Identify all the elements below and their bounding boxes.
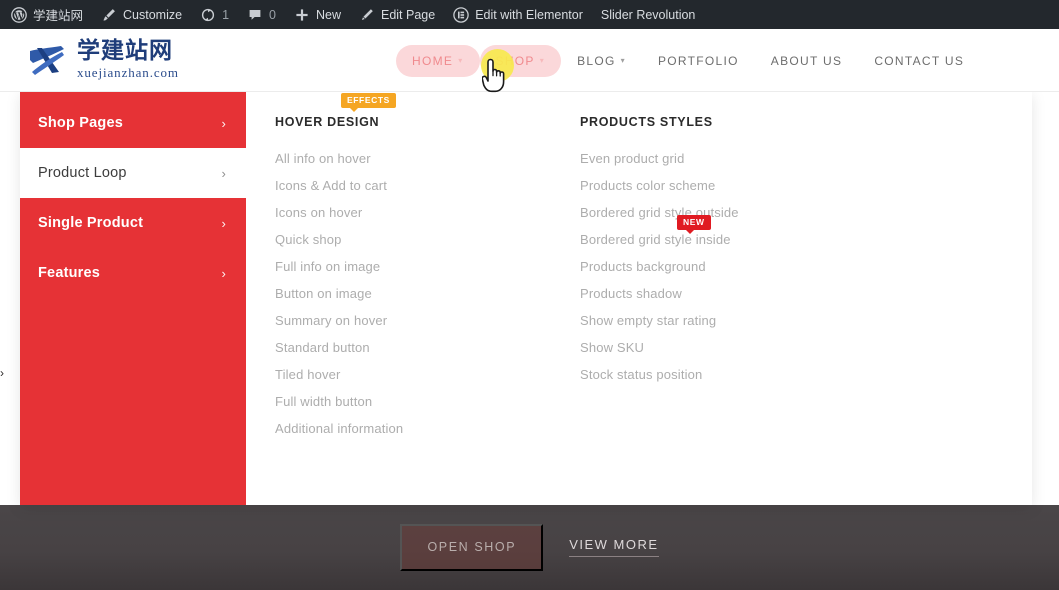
pencil-icon: [359, 7, 375, 23]
menu-link-standard-button[interactable]: Standard button: [275, 334, 580, 361]
sidebar-item-features[interactable]: Features ›: [20, 248, 246, 298]
admin-bar-elementor-label: Edit with Elementor: [475, 7, 583, 22]
menu-link-icons-add-to-cart[interactable]: Icons & Add to cart: [275, 172, 580, 199]
sidebar-item-label: Product Loop: [38, 165, 127, 181]
wp-admin-bar: 学建站网 Customize 1 0 New Edit Page Edit wi…: [0, 0, 1059, 29]
nav-item-contact-us[interactable]: CONTACT US: [858, 45, 980, 77]
page-root: 学建站网 Customize 1 0 New Edit Page Edit wi…: [0, 0, 1059, 590]
elementor-icon: [453, 6, 469, 23]
menu-link-stock-status-position[interactable]: Stock status position: [580, 361, 885, 388]
mega-menu-column-products-styles: PRODUCTS STYLES Even product grid Produc…: [580, 115, 885, 505]
menu-link-full-width-button[interactable]: Full width button: [275, 388, 580, 415]
admin-bar-comments[interactable]: 0: [238, 0, 285, 29]
shop-mega-menu: Shop Pages › Product Loop › Single Produ…: [20, 92, 1032, 505]
column-title-text: HOVER DESIGN: [275, 115, 380, 129]
menu-link-all-info-on-hover[interactable]: All info on hover: [275, 145, 580, 172]
view-more-link[interactable]: VIEW MORE: [569, 538, 659, 557]
nav-item-blog[interactable]: BLOG ▾: [561, 45, 642, 77]
mega-menu-sidebar: Shop Pages › Product Loop › Single Produ…: [20, 92, 246, 505]
chevron-down-icon: ▾: [620, 55, 626, 65]
menu-link-products-color-scheme[interactable]: Products color scheme: [580, 172, 885, 199]
admin-bar-edit-page-label: Edit Page: [380, 7, 436, 22]
chevron-right-icon: ›: [221, 115, 226, 131]
admin-bar-new-label: New: [315, 7, 341, 22]
wordpress-icon: [11, 6, 27, 23]
chevron-right-icon: ›: [221, 265, 226, 281]
menu-link-summary-on-hover[interactable]: Summary on hover: [275, 307, 580, 334]
menu-link-additional-information[interactable]: Additional information: [275, 415, 580, 442]
admin-bar-updates[interactable]: 1: [191, 0, 238, 29]
admin-bar-new[interactable]: New: [285, 0, 350, 29]
admin-bar-edit-with-elementor[interactable]: Edit with Elementor: [444, 0, 592, 29]
admin-bar-comments-count: 0: [269, 7, 276, 22]
logo-domain: xuejianzhan.com: [77, 65, 179, 80]
admin-bar-customize-label: Customize: [123, 7, 183, 22]
nav-item-about-us-label: ABOUT US: [770, 53, 843, 68]
chevron-down-icon: ▾: [539, 55, 546, 65]
menu-link-products-shadow[interactable]: Products shadow: [580, 280, 885, 307]
site-header: 学建站网 xuejianzhan.com HOME ▾ SHOP ▾ BLOG …: [0, 29, 1059, 92]
hero-cta-group: OPEN SHOP VIEW MORE: [0, 505, 1059, 590]
new-badge: NEW: [677, 215, 711, 233]
chevron-right-icon: ›: [221, 215, 226, 231]
nav-item-blog-label: BLOG: [577, 53, 616, 68]
column-title-text: PRODUCTS STYLES: [580, 115, 713, 129]
sidebar-item-label: Single Product: [38, 215, 144, 231]
sidebar-item-label: Features: [38, 265, 101, 281]
chevron-down-icon: ▾: [458, 55, 464, 65]
logo-name-cn: 学建站网: [77, 38, 173, 64]
brush-icon: [101, 7, 117, 23]
admin-bar-edit-page[interactable]: Edit Page: [350, 0, 444, 29]
nav-item-contact-us-label: CONTACT US: [874, 53, 965, 68]
menu-link-products-background[interactable]: Products background: [580, 253, 885, 280]
sidebar-item-shop-pages[interactable]: Shop Pages ›: [20, 98, 246, 148]
menu-link-show-sku[interactable]: Show SKU: [580, 334, 885, 361]
nav-item-portfolio[interactable]: PORTFOLIO: [642, 45, 755, 77]
column-title-hover-design: HOVER DESIGN EFFECTS: [275, 93, 580, 129]
site-logo[interactable]: 学建站网 xuejianzhan.com: [28, 40, 179, 79]
admin-bar-site-label: 学建站网: [33, 8, 84, 23]
mega-menu-columns: HOVER DESIGN EFFECTS All info on hover I…: [246, 92, 1032, 505]
nav-item-home-label: HOME: [412, 53, 454, 68]
admin-bar-site-name[interactable]: 学建站网: [0, 0, 92, 29]
page-edge-marker: ›: [0, 366, 4, 380]
menu-link-bordered-grid-style-inside[interactable]: Bordered grid style inside NEW: [580, 215, 885, 253]
admin-bar-updates-count: 1: [222, 7, 230, 22]
sidebar-item-single-product[interactable]: Single Product ›: [20, 198, 246, 248]
mega-menu-column-hover-design: HOVER DESIGN EFFECTS All info on hover I…: [275, 93, 580, 505]
menu-link-button-on-image[interactable]: Button on image: [275, 280, 580, 307]
comments-icon: [247, 7, 263, 23]
menu-link-quick-shop[interactable]: Quick shop: [275, 226, 580, 253]
menu-link-even-product-grid[interactable]: Even product grid: [580, 145, 885, 172]
logo-text-block: 学建站网 xuejianzhan.com: [77, 38, 179, 80]
chevron-right-icon: ›: [221, 165, 226, 181]
menu-link-full-info-on-image[interactable]: Full info on image: [275, 253, 580, 280]
admin-bar-customize[interactable]: Customize: [92, 0, 191, 29]
admin-bar-slider-revolution-label: Slider Revolution: [600, 7, 696, 22]
logo-x-icon: [28, 42, 68, 78]
admin-bar-slider-revolution[interactable]: Slider Revolution: [592, 0, 705, 29]
nav-item-about-us[interactable]: ABOUT US: [755, 45, 859, 77]
menu-link-bordered-grid-style-outside[interactable]: Bordered grid style outside: [580, 199, 885, 226]
updates-icon: [200, 7, 216, 23]
effects-badge: EFFECTS: [341, 93, 396, 111]
open-shop-button[interactable]: OPEN SHOP: [400, 524, 544, 571]
plus-icon: [294, 7, 310, 23]
menu-link-show-empty-star-rating[interactable]: Show empty star rating: [580, 307, 885, 334]
menu-link-label: Bordered grid style inside: [580, 232, 731, 247]
hero-overlay: OPEN SHOP VIEW MORE: [0, 505, 1059, 590]
nav-item-portfolio-label: PORTFOLIO: [657, 53, 739, 68]
menu-link-icons-on-hover[interactable]: Icons on hover: [275, 199, 580, 226]
nav-item-home[interactable]: HOME ▾: [396, 44, 480, 77]
sidebar-item-product-loop[interactable]: Product Loop ›: [20, 148, 246, 198]
sidebar-item-label: Shop Pages: [38, 115, 123, 131]
mouse-cursor-pointer-icon: [481, 58, 516, 96]
menu-link-tiled-hover[interactable]: Tiled hover: [275, 361, 580, 388]
column-title-products-styles: PRODUCTS STYLES: [580, 115, 885, 129]
